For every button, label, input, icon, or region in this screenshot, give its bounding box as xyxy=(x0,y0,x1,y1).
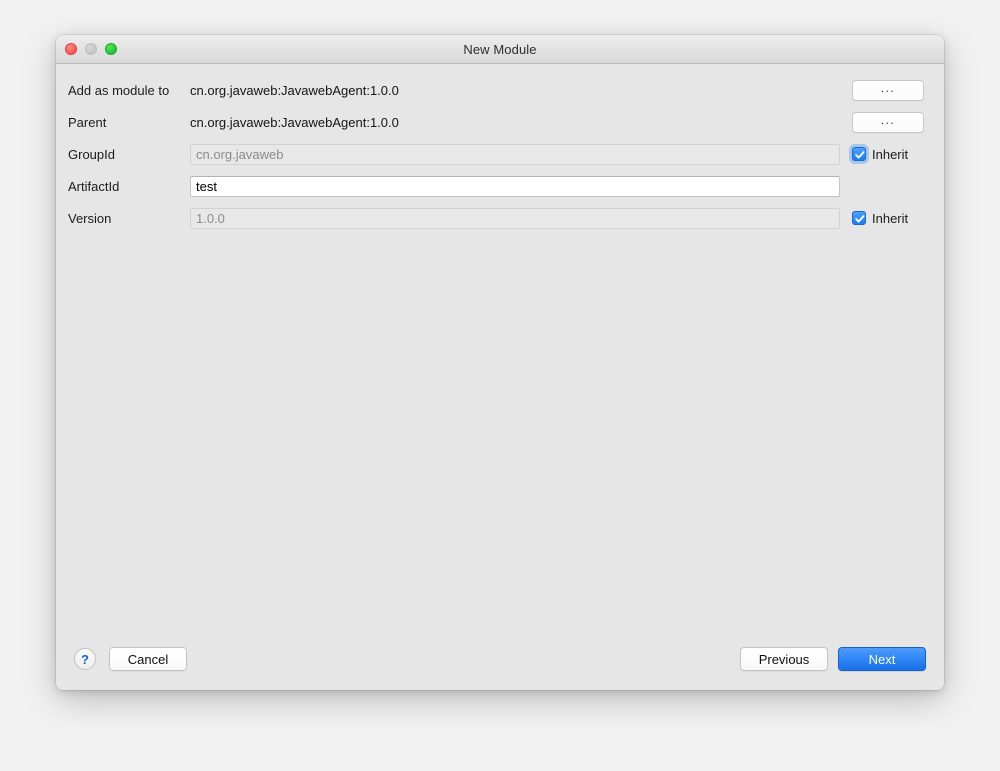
field-parent: cn.org.javaweb:JavawebAgent:1.0.0 xyxy=(190,115,840,130)
module-form: Add as module to cn.org.javaweb:JavawebA… xyxy=(56,64,944,234)
close-button[interactable] xyxy=(65,43,77,55)
groupid-input[interactable] xyxy=(190,143,840,165)
row-parent: Parent cn.org.javaweb:JavawebAgent:1.0.0… xyxy=(56,106,944,138)
next-button[interactable]: Next xyxy=(838,647,926,671)
checkmark-icon xyxy=(855,151,865,159)
cancel-button[interactable]: Cancel xyxy=(109,647,187,671)
trailing-version: Inherit xyxy=(840,211,944,226)
value-add-as-module-to: cn.org.javaweb:JavawebAgent:1.0.0 xyxy=(190,82,399,98)
inherit-version-checkbox-wrap[interactable]: Inherit xyxy=(852,211,908,226)
zoom-button[interactable] xyxy=(105,43,117,55)
inherit-groupid-label: Inherit xyxy=(872,146,909,162)
checkmark-icon xyxy=(855,215,865,223)
minimize-button[interactable] xyxy=(85,43,97,55)
dialog-content: Add as module to cn.org.javaweb:JavawebA… xyxy=(56,64,944,690)
help-icon[interactable]: ? xyxy=(74,648,96,670)
inherit-version-label: Inherit xyxy=(872,210,909,226)
artifactid-input[interactable] xyxy=(190,175,840,197)
label-artifactid: ArtifactId xyxy=(68,178,120,194)
footer-left-group: ? Cancel xyxy=(74,647,187,671)
field-add-as-module-to: cn.org.javaweb:JavawebAgent:1.0.0 xyxy=(190,83,840,98)
trailing-add-as-module-to: ... xyxy=(840,79,944,101)
label-groupid: GroupId xyxy=(68,146,115,162)
row-artifactid: ArtifactId xyxy=(56,170,944,202)
row-version: Version Inherit xyxy=(56,202,944,234)
dialog-footer: ? Cancel Previous Next xyxy=(56,628,944,690)
trailing-groupid: Inherit xyxy=(840,147,944,162)
browse-parent-button[interactable]: ... xyxy=(852,111,924,133)
field-version xyxy=(190,207,840,229)
traffic-lights xyxy=(65,35,117,63)
trailing-parent: ... xyxy=(840,111,944,133)
label-add-as-module-to: Add as module to xyxy=(68,82,170,98)
value-parent: cn.org.javaweb:JavawebAgent:1.0.0 xyxy=(190,114,399,130)
field-artifactid xyxy=(190,175,840,197)
label-version: Version xyxy=(68,210,112,226)
previous-button[interactable]: Previous xyxy=(740,647,828,671)
inherit-groupid-checkbox-wrap[interactable]: Inherit xyxy=(852,147,908,162)
new-module-dialog: New Module Add as module to cn.org.javaw… xyxy=(56,35,944,690)
window-titlebar: New Module xyxy=(56,35,944,64)
label-parent: Parent xyxy=(68,114,107,130)
row-add-as-module-to: Add as module to cn.org.javaweb:JavawebA… xyxy=(56,74,944,106)
window-title: New Module xyxy=(463,41,537,57)
footer-right-group: Previous Next xyxy=(740,647,926,671)
inherit-groupid-checkbox[interactable] xyxy=(852,147,866,161)
inherit-version-checkbox[interactable] xyxy=(852,211,866,225)
version-input[interactable] xyxy=(190,207,840,229)
field-groupid xyxy=(190,143,840,165)
browse-add-as-module-to-button[interactable]: ... xyxy=(852,79,924,101)
row-groupid: GroupId Inherit xyxy=(56,138,944,170)
